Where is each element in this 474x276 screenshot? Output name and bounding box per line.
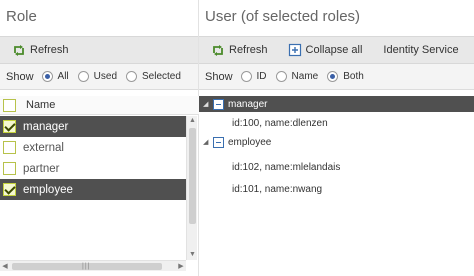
role-checkbox[interactable]: [3, 162, 16, 175]
group-name: manager: [228, 98, 268, 110]
role-list: manager external partner employee: [0, 116, 186, 200]
radio-button: [275, 71, 287, 82]
role-vertical-scrollbar[interactable]: ▲ ▼: [186, 116, 197, 260]
user-filter-id[interactable]: ID: [240, 71, 267, 82]
tree-group-employee[interactable]: ◢ employee: [199, 134, 474, 150]
role-row-external[interactable]: external: [0, 137, 186, 158]
group-node-icon: [213, 98, 224, 110]
role-filter-selected[interactable]: Selected: [126, 71, 181, 82]
role-checkbox[interactable]: [3, 141, 16, 154]
role-name: external: [23, 141, 64, 154]
scroll-down-icon[interactable]: ▼: [187, 250, 198, 260]
role-show-label: Show: [6, 70, 34, 83]
group-name: employee: [228, 136, 272, 148]
radio-label: Selected: [142, 71, 181, 82]
user-leaf[interactable]: id:101, name:nwang: [199, 178, 474, 200]
role-name: employee: [23, 183, 73, 196]
triangle-down-icon[interactable]: ◢: [203, 138, 212, 146]
role-horizontal-scrollbar[interactable]: ◀ ||| ▶: [0, 260, 186, 271]
user-leaf[interactable]: id:100, name:dlenzen: [199, 112, 474, 134]
scroll-up-icon[interactable]: ▲: [187, 116, 198, 126]
radio-label: ID: [256, 71, 267, 82]
user-refresh-button[interactable]: Refresh: [199, 37, 274, 63]
role-toolbar: Refresh: [0, 36, 198, 64]
user-tree: ◢ manager id:100, name:dlenzen ◢ employe…: [199, 96, 474, 200]
radio-label: All: [57, 71, 69, 82]
scroll-left-icon[interactable]: ◀: [0, 261, 10, 272]
role-row-manager[interactable]: manager: [0, 116, 186, 137]
role-filter-used[interactable]: Used: [77, 71, 118, 82]
radio-label: Used: [93, 71, 118, 82]
role-panel-title: Role: [0, 0, 198, 36]
scroll-right-icon[interactable]: ▶: [176, 261, 186, 272]
identity-service-label: Identity Service: [383, 44, 459, 56]
user-show-label: Show: [205, 70, 233, 83]
scroll-grip-icon: |||: [82, 263, 91, 270]
refresh-icon: [14, 45, 24, 56]
collapse-all-icon: [288, 43, 301, 57]
refresh-icon: [213, 45, 223, 56]
role-filter-bar: Show All Used Selected: [0, 64, 198, 90]
user-panel-title: User (of selected roles): [199, 0, 474, 36]
radio-label: Both: [343, 71, 364, 82]
collapse-all-button[interactable]: Collapse all: [274, 37, 369, 63]
role-panel: Role Refresh Show All Used Selected Name…: [0, 0, 199, 276]
role-name: partner: [23, 162, 60, 175]
role-name: manager: [23, 120, 69, 133]
user-refresh-label: Refresh: [229, 44, 268, 56]
role-grid-header: Name: [0, 96, 199, 115]
name-column-header[interactable]: Name: [26, 99, 55, 111]
group-node-icon: [213, 136, 224, 148]
triangle-down-icon[interactable]: ◢: [203, 100, 212, 108]
role-checkbox[interactable]: [3, 183, 16, 196]
role-row-employee[interactable]: employee: [0, 179, 186, 200]
role-row-partner[interactable]: partner: [0, 158, 186, 179]
select-all-checkbox[interactable]: [3, 98, 16, 112]
role-filter-all[interactable]: All: [41, 71, 69, 82]
role-refresh-label: Refresh: [30, 44, 69, 56]
radio-button: [41, 71, 53, 82]
role-refresh-button[interactable]: Refresh: [0, 37, 75, 63]
radio-button: [126, 71, 138, 82]
tree-group-manager[interactable]: ◢ manager: [199, 96, 474, 112]
radio-button: [77, 71, 89, 82]
user-panel: User (of selected roles) Refresh Collaps…: [199, 0, 474, 276]
user-leaf[interactable]: id:102, name:mlelandais: [199, 156, 474, 178]
user-toolbar: Refresh Collapse all Identity Service: [199, 36, 474, 64]
collapse-all-label: Collapse all: [305, 44, 363, 56]
radio-button: [240, 71, 252, 82]
role-checkbox[interactable]: [3, 120, 16, 133]
identity-service-button[interactable]: Identity Service: [368, 37, 464, 63]
scroll-thumb[interactable]: [189, 128, 196, 224]
radio-button: [327, 71, 339, 82]
user-filter-both[interactable]: Both: [327, 71, 364, 82]
radio-label: Name: [291, 71, 319, 82]
user-filter-name[interactable]: Name: [275, 71, 319, 82]
user-filter-bar: Show ID Name Both: [199, 64, 474, 90]
